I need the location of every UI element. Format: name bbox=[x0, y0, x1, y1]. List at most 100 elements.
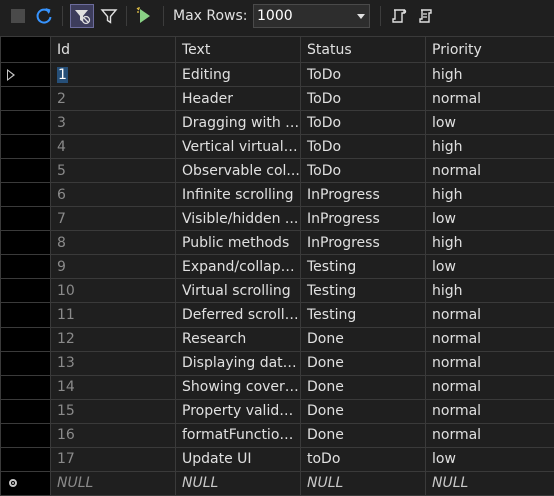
cell-status[interactable]: ToDo bbox=[300, 110, 426, 136]
cell-text[interactable]: Virtual scrolling bbox=[175, 278, 301, 304]
cell-id[interactable]: 15 bbox=[50, 398, 176, 424]
table-row[interactable]: 14 Showing cover ... Done normal bbox=[0, 374, 554, 400]
cell-status[interactable]: ToDo bbox=[300, 86, 426, 112]
cell-text[interactable]: Research bbox=[175, 326, 301, 352]
cell-priority[interactable]: low bbox=[425, 110, 554, 136]
cell-status[interactable]: InProgress bbox=[300, 230, 426, 256]
cell-id[interactable]: 13 bbox=[50, 350, 176, 376]
table-row[interactable]: 15 Property validat... Done normal bbox=[0, 398, 554, 424]
cell-priority[interactable]: low bbox=[425, 206, 554, 232]
cell-priority[interactable]: normal bbox=[425, 302, 554, 328]
cell-priority[interactable]: normal bbox=[425, 158, 554, 184]
cell-priority[interactable]: high bbox=[425, 134, 554, 160]
row-header[interactable] bbox=[0, 326, 51, 352]
column-header-priority[interactable]: Priority bbox=[425, 36, 554, 63]
cell-priority[interactable]: high bbox=[425, 230, 554, 256]
cell-text[interactable]: Update UI bbox=[175, 446, 301, 472]
column-header-status[interactable]: Status bbox=[300, 36, 426, 63]
cell-text[interactable]: Deferred scrolli... bbox=[175, 302, 301, 328]
cell-text[interactable]: Public methods bbox=[175, 230, 301, 256]
cell-status[interactable]: toDo bbox=[300, 446, 426, 472]
row-header[interactable] bbox=[0, 254, 51, 280]
table-row[interactable]: 1 Editing ToDo high bbox=[0, 61, 554, 88]
table-row[interactable]: 10 Virtual scrolling Testing high bbox=[0, 278, 554, 304]
row-header[interactable] bbox=[0, 398, 51, 424]
table-row[interactable]: 4 Vertical virtualiz... ToDo high bbox=[0, 134, 554, 160]
cell-priority[interactable]: normal bbox=[425, 422, 554, 448]
cell-id[interactable]: 7 bbox=[50, 206, 176, 232]
refresh-button[interactable] bbox=[32, 4, 56, 28]
table-row[interactable]: 12 Research Done normal bbox=[0, 326, 554, 352]
table-row[interactable]: 11 Deferred scrolli... Testing normal bbox=[0, 302, 554, 328]
row-header[interactable] bbox=[0, 350, 51, 376]
cell-priority[interactable]: normal bbox=[425, 350, 554, 376]
cell-priority[interactable]: normal bbox=[425, 326, 554, 352]
cell-id[interactable]: 1 bbox=[50, 61, 176, 88]
table-row[interactable]: 17 Update UI toDo low bbox=[0, 446, 554, 472]
cell-text[interactable]: formatFunction ... bbox=[175, 422, 301, 448]
cell-priority[interactable]: high bbox=[425, 182, 554, 208]
cell-id[interactable]: 8 bbox=[50, 230, 176, 256]
cell-text[interactable]: Dragging with f... bbox=[175, 110, 301, 136]
cell-status[interactable]: Done bbox=[300, 422, 426, 448]
filter-button[interactable] bbox=[97, 4, 121, 28]
row-header[interactable] bbox=[0, 134, 51, 160]
cell-text[interactable]: NULL bbox=[175, 470, 301, 496]
cell-priority[interactable]: normal bbox=[425, 374, 554, 400]
cell-priority[interactable]: low bbox=[425, 254, 554, 280]
cell-status[interactable]: Testing bbox=[300, 302, 426, 328]
cell-priority[interactable]: high bbox=[425, 278, 554, 304]
script-alt-button[interactable] bbox=[413, 4, 437, 28]
cell-text[interactable]: Visible/hidden ... bbox=[175, 206, 301, 232]
cell-priority[interactable]: normal bbox=[425, 398, 554, 424]
cell-id[interactable]: 12 bbox=[50, 326, 176, 352]
filter-toggle-button[interactable] bbox=[70, 4, 94, 28]
cell-text[interactable]: Editing bbox=[175, 61, 301, 88]
cell-status[interactable]: Done bbox=[300, 350, 426, 376]
table-row[interactable]: 16 formatFunction ... Done normal bbox=[0, 422, 554, 448]
cell-text[interactable]: Displaying data... bbox=[175, 350, 301, 376]
cell-id[interactable]: 16 bbox=[50, 422, 176, 448]
cell-status[interactable]: NULL bbox=[300, 470, 426, 496]
cell-id[interactable]: 6 bbox=[50, 182, 176, 208]
cell-text[interactable]: Showing cover ... bbox=[175, 374, 301, 400]
cell-text[interactable]: Infinite scrolling bbox=[175, 182, 301, 208]
table-row[interactable]: 3 Dragging with f... ToDo low bbox=[0, 110, 554, 136]
script-button[interactable] bbox=[387, 4, 411, 28]
cell-status[interactable]: InProgress bbox=[300, 206, 426, 232]
cell-id[interactable]: 11 bbox=[50, 302, 176, 328]
stop-button[interactable] bbox=[6, 4, 30, 28]
cell-status[interactable]: Done bbox=[300, 326, 426, 352]
cell-id[interactable]: NULL bbox=[50, 470, 176, 496]
cell-status[interactable]: ToDo bbox=[300, 134, 426, 160]
cell-status[interactable]: Done bbox=[300, 398, 426, 424]
row-header[interactable] bbox=[0, 278, 51, 304]
row-header[interactable] bbox=[0, 110, 51, 136]
cell-priority[interactable]: high bbox=[425, 61, 554, 88]
run-button[interactable] bbox=[133, 4, 157, 28]
row-header[interactable] bbox=[0, 446, 51, 472]
column-header-text[interactable]: Text bbox=[175, 36, 301, 63]
max-rows-select[interactable]: 1000 bbox=[253, 4, 370, 28]
table-row[interactable]: 13 Displaying data... Done normal bbox=[0, 350, 554, 376]
cell-text[interactable]: Expand/collaps... bbox=[175, 254, 301, 280]
table-row[interactable]: 6 Infinite scrolling InProgress high bbox=[0, 182, 554, 208]
select-all-corner[interactable] bbox=[0, 36, 51, 63]
cell-text[interactable]: Property validat... bbox=[175, 398, 301, 424]
cell-text[interactable]: Observable col... bbox=[175, 158, 301, 184]
table-row[interactable]: 2 Header ToDo normal bbox=[0, 86, 554, 112]
table-row[interactable]: 7 Visible/hidden ... InProgress low bbox=[0, 206, 554, 232]
cell-id[interactable]: 9 bbox=[50, 254, 176, 280]
row-header[interactable] bbox=[0, 422, 51, 448]
row-header[interactable] bbox=[0, 158, 51, 184]
cell-id[interactable]: 5 bbox=[50, 158, 176, 184]
cell-text[interactable]: Header bbox=[175, 86, 301, 112]
cell-priority[interactable]: NULL bbox=[425, 470, 554, 496]
table-row[interactable]: 5 Observable col... ToDo normal bbox=[0, 158, 554, 184]
cell-status[interactable]: Testing bbox=[300, 278, 426, 304]
row-header[interactable] bbox=[0, 230, 51, 256]
table-row[interactable]: 9 Expand/collaps... Testing low bbox=[0, 254, 554, 280]
cell-priority[interactable]: low bbox=[425, 446, 554, 472]
cell-text[interactable]: Vertical virtualiz... bbox=[175, 134, 301, 160]
cell-id[interactable]: 2 bbox=[50, 86, 176, 112]
